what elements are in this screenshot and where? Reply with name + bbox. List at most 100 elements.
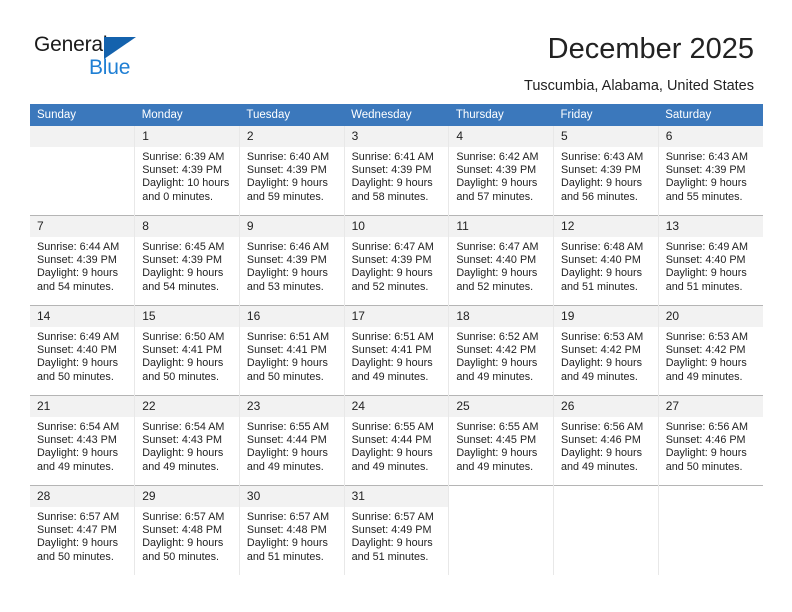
logo-text-blue: Blue: [89, 56, 131, 79]
daylight-text-line2: and 56 minutes.: [561, 190, 638, 203]
daylight-text-line2: and 49 minutes.: [561, 460, 638, 473]
sunrise-text: Sunrise: 6:57 AM: [351, 511, 434, 523]
calendar-day-cell[interactable]: 9 Sunrise: 6:46 AM Sunset: 4:39 PM Daylight…: [239, 215, 345, 306]
calendar-day-cell[interactable]: 6 Sunrise: 6:43 AM Sunset: 4:39 PM Daylight…: [658, 126, 763, 216]
sunrise-text: Sunrise: 6:46 AM: [246, 241, 330, 253]
calendar-day-cell[interactable]: 4 Sunrise: 6:42 AM Sunset: 4:39 PM Daylight…: [448, 126, 555, 216]
calendar-day-cell[interactable]: 26 Sunrise: 6:56 AM Sunset: 4:46 PM Dayligh…: [553, 395, 659, 486]
sunset-text: Sunset: 4:39 PM: [37, 254, 117, 267]
daylight-text-line2: and 50 minutes.: [665, 460, 743, 473]
page-title: December 2025: [547, 33, 754, 65]
calendar-day-cell[interactable]: 28 Sunrise: 6:57 AM Sunset: 4:47 PM Dayligh…: [30, 485, 136, 575]
sunrise-text: Sunrise: 6:53 AM: [561, 331, 644, 343]
sunset-text: Sunset: 4:43 PM: [142, 434, 223, 447]
day-number: 20: [658, 306, 763, 327]
sunrise-text: Sunrise: 6:42 AM: [456, 151, 539, 163]
sunset-text: Sunset: 4:42 PM: [561, 344, 641, 357]
daylight-text-line2: and 49 minutes.: [351, 370, 429, 383]
day-number: 17: [344, 306, 449, 327]
daylight-text-line2: and 50 minutes.: [142, 370, 220, 383]
day-details: Sunrise: 6:39 AM Sunset: 4:39 PM Daylight:…: [135, 147, 239, 204]
calendar-day-cell[interactable]: 12 Sunrise: 6:48 AM Sunset: 4:40 PM Dayligh…: [553, 215, 659, 306]
calendar-week-row: 28 Sunrise: 6:57 AM Sunset: 4:47 PM Dayligh…: [30, 485, 763, 575]
daylight-text-line2: and 49 minutes.: [351, 460, 429, 473]
calendar-day-cell[interactable]: 13 Sunrise: 6:49 AM Sunset: 4:40 PM Dayligh…: [658, 215, 763, 306]
calendar-day-cell[interactable]: 11 Sunrise: 6:47 AM Sunset: 4:40 PM Dayligh…: [448, 215, 555, 306]
calendar-day-cell[interactable]: 24 Sunrise: 6:55 AM Sunset: 4:44 PM Dayligh…: [344, 395, 450, 486]
sunset-text: Sunset: 4:40 PM: [665, 254, 746, 267]
daylight-text-line1: Daylight: 9 hours: [561, 177, 643, 190]
calendar-week-row: 14 Sunrise: 6:49 AM Sunset: 4:40 PM Dayligh…: [30, 305, 763, 396]
daylight-text-line2: and 51 minutes.: [246, 550, 324, 563]
general-blue-logo[interactable]: General Blue: [34, 33, 154, 81]
sunrise-text: Sunrise: 6:44 AM: [37, 241, 120, 253]
daylight-text-line1: Daylight: 10 hours: [142, 177, 230, 190]
calendar-day-cell[interactable]: 21 Sunrise: 6:54 AM Sunset: 4:43 PM Dayligh…: [30, 395, 136, 486]
calendar-day-cell[interactable]: 3 Sunrise: 6:41 AM Sunset: 4:39 PM Daylight…: [344, 126, 450, 216]
calendar-day-cell[interactable]: 1 Sunrise: 6:39 AM Sunset: 4:39 PM Daylight…: [134, 126, 240, 216]
daylight-text-line1: Daylight: 9 hours: [142, 267, 224, 280]
day-number: 15: [135, 306, 239, 327]
day-number: 18: [449, 306, 554, 327]
day-details: Sunrise: 6:49 AM Sunset: 4:40 PM Daylight:…: [30, 327, 134, 384]
daylight-text-line1: Daylight: 9 hours: [351, 177, 433, 190]
daylight-text-line1: Daylight: 9 hours: [246, 267, 328, 280]
calendar-day-cell[interactable]: 29 Sunrise: 6:57 AM Sunset: 4:48 PM Dayligh…: [134, 485, 240, 575]
calendar-day-cell[interactable]: 31 Sunrise: 6:57 AM Sunset: 4:49 PM Dayligh…: [344, 485, 450, 575]
day-details: Sunrise: 6:57 AM Sunset: 4:47 PM Daylight:…: [30, 507, 134, 564]
calendar-day-cell[interactable]: 15 Sunrise: 6:50 AM Sunset: 4:41 PM Dayligh…: [134, 305, 240, 396]
sunset-text: Sunset: 4:46 PM: [665, 434, 746, 447]
sunset-text: Sunset: 4:44 PM: [246, 434, 327, 447]
weekday-header-sunday: Sunday: [30, 104, 135, 126]
sunrise-text: Sunrise: 6:55 AM: [246, 421, 330, 433]
weekday-header-thursday: Thursday: [448, 104, 554, 126]
calendar-day-cell[interactable]: 19 Sunrise: 6:53 AM Sunset: 4:42 PM Dayligh…: [553, 305, 659, 396]
sunset-text: Sunset: 4:39 PM: [142, 164, 223, 177]
sunrise-text: Sunrise: 6:54 AM: [142, 421, 225, 433]
calendar-day-cell[interactable]: 16 Sunrise: 6:51 AM Sunset: 4:41 PM Dayligh…: [239, 305, 345, 396]
sunset-text: Sunset: 4:39 PM: [561, 164, 641, 177]
day-details: Sunrise: 6:55 AM Sunset: 4:45 PM Daylight:…: [449, 417, 553, 474]
calendar-day-cell[interactable]: 30 Sunrise: 6:57 AM Sunset: 4:48 PM Dayligh…: [239, 485, 345, 575]
calendar-day-cell[interactable]: 5 Sunrise: 6:43 AM Sunset: 4:39 PM Daylight…: [553, 126, 659, 216]
daylight-text-line1: Daylight: 9 hours: [37, 447, 119, 460]
calendar-day-cell[interactable]: 10 Sunrise: 6:47 AM Sunset: 4:39 PM Dayligh…: [344, 215, 450, 306]
daylight-text-line2: and 54 minutes.: [142, 280, 220, 293]
day-number: 10: [344, 216, 449, 237]
calendar-day-cell[interactable]: 2 Sunrise: 6:40 AM Sunset: 4:39 PM Daylight…: [239, 126, 345, 216]
calendar-day-cell[interactable]: 8 Sunrise: 6:45 AM Sunset: 4:39 PM Daylight…: [134, 215, 240, 306]
calendar-day-cell[interactable]: 7 Sunrise: 6:44 AM Sunset: 4:39 PM Daylight…: [30, 215, 136, 306]
day-details: Sunrise: 6:57 AM Sunset: 4:48 PM Daylight:…: [240, 507, 344, 564]
calendar-day-cell[interactable]: 25 Sunrise: 6:55 AM Sunset: 4:45 PM Dayligh…: [448, 395, 555, 486]
daylight-text-line1: Daylight: 9 hours: [142, 537, 224, 550]
day-number: 28: [30, 486, 135, 507]
day-number: 19: [554, 306, 658, 327]
sunset-text: Sunset: 4:48 PM: [142, 524, 223, 537]
sunrise-text: Sunrise: 6:54 AM: [37, 421, 120, 433]
sunset-text: Sunset: 4:41 PM: [142, 344, 223, 357]
daylight-text-line1: Daylight: 9 hours: [561, 447, 643, 460]
sunrise-text: Sunrise: 6:43 AM: [665, 151, 748, 163]
calendar-day-cell[interactable]: 20 Sunrise: 6:53 AM Sunset: 4:42 PM Dayligh…: [658, 305, 763, 396]
daylight-text-line1: Daylight: 9 hours: [246, 447, 328, 460]
calendar-day-cell[interactable]: 18 Sunrise: 6:52 AM Sunset: 4:42 PM Dayligh…: [448, 305, 555, 396]
daylight-text-line1: Daylight: 9 hours: [665, 177, 747, 190]
sunset-text: Sunset: 4:49 PM: [351, 524, 432, 537]
daylight-text-line2: and 50 minutes.: [37, 370, 114, 383]
day-details: Sunrise: 6:56 AM Sunset: 4:46 PM Daylight:…: [554, 417, 658, 474]
daylight-text-line1: Daylight: 9 hours: [456, 267, 538, 280]
day-number: 24: [344, 396, 449, 417]
calendar-day-cell[interactable]: 14 Sunrise: 6:49 AM Sunset: 4:40 PM Dayligh…: [30, 305, 136, 396]
day-details: Sunrise: 6:49 AM Sunset: 4:40 PM Daylight:…: [659, 237, 763, 294]
calendar-day-cell[interactable]: 27 Sunrise: 6:56 AM Sunset: 4:46 PM Dayligh…: [658, 395, 763, 486]
calendar-day-cell[interactable]: 17 Sunrise: 6:51 AM Sunset: 4:41 PM Dayligh…: [344, 305, 450, 396]
calendar-day-cell[interactable]: 23 Sunrise: 6:55 AM Sunset: 4:44 PM Dayligh…: [239, 395, 345, 486]
calendar-day-cell[interactable]: 22 Sunrise: 6:54 AM Sunset: 4:43 PM Dayligh…: [134, 395, 240, 486]
day-number: 11: [449, 216, 554, 237]
sunset-text: Sunset: 4:39 PM: [246, 254, 327, 267]
sunrise-text: Sunrise: 6:47 AM: [456, 241, 539, 253]
daylight-text-line2: and 50 minutes.: [142, 550, 220, 563]
day-number: 21: [30, 396, 135, 417]
day-number: 14: [30, 306, 135, 327]
sunrise-text: Sunrise: 6:39 AM: [142, 151, 225, 163]
